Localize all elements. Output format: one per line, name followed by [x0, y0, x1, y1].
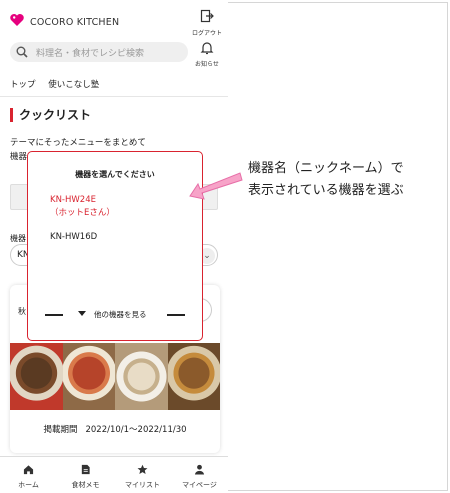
- nav-item-top[interactable]: トップ: [10, 80, 36, 90]
- bottom-nav-memo[interactable]: 食材メモ: [57, 457, 114, 493]
- recipe-image: [167, 343, 220, 410]
- nav-item-tips[interactable]: 使いこなし塾: [48, 80, 99, 90]
- search-input[interactable]: 料理名・食材でレシピ検索: [10, 42, 188, 62]
- bell-icon: [200, 42, 214, 55]
- show-more-label: 他の機器を見る: [94, 310, 147, 319]
- publish-period: 掲載期間 2022/10/1～2022/11/30: [10, 423, 220, 435]
- logout-icon: [200, 9, 214, 23]
- triangle-down-icon: [78, 311, 86, 316]
- logout-label: ログアウト: [192, 30, 223, 37]
- bottom-nav: ホーム 食材メモ マイリスト マイページ: [0, 456, 228, 493]
- divider: [0, 96, 228, 97]
- search-placeholder: 料理名・食材でレシピ検索: [36, 49, 145, 59]
- bottom-nav-mylist[interactable]: マイリスト: [114, 457, 171, 493]
- header: COCORO KITCHEN ログアウト: [0, 0, 228, 38]
- logout-button[interactable]: ログアウト: [192, 8, 222, 37]
- device-select-modal: 機器を選んでください KN-HW24E （ホットEさん） KN-HW16D 他の…: [27, 151, 203, 341]
- notification-label: お知らせ: [195, 61, 219, 68]
- divider-line: [45, 314, 63, 316]
- device-option[interactable]: KN-HW16D: [50, 232, 97, 242]
- period-value: 2022/10/1～2022/11/30: [85, 425, 187, 435]
- recipe-image: [115, 343, 168, 410]
- device-option-model: KN-HW16D: [50, 232, 98, 242]
- bottom-nav-home[interactable]: ホーム: [0, 457, 57, 493]
- recipe-thumbnails: [10, 343, 220, 410]
- card-title: 秋: [18, 307, 26, 316]
- person-icon: [194, 464, 205, 475]
- annotation-callout: 機器名（ニックネーム）で 表示されている機器を選ぶ: [248, 158, 443, 202]
- annotation-line-1: 機器名（ニックネーム）で: [248, 161, 404, 176]
- device-option-nickname: （ホットEさん）: [50, 208, 115, 218]
- description-line-1: テーマにそったメニューをまとめて: [10, 138, 146, 148]
- page-title: クックリスト: [10, 108, 91, 122]
- phone-screen: COCORO KITCHEN ログアウト 料理名・食材でレシピ検索 お知らせ ト…: [0, 0, 228, 493]
- memo-icon: [81, 464, 90, 475]
- pointer-arrow-icon: [189, 172, 243, 200]
- bottom-nav-label: ホーム: [18, 481, 39, 489]
- divider-line: [167, 314, 185, 316]
- brand-name: COCORO KITCHEN: [30, 17, 120, 28]
- star-icon: [137, 464, 148, 474]
- search-icon: [16, 46, 28, 58]
- show-more-devices-button[interactable]: 他の機器を見る: [28, 307, 202, 321]
- annotation-line-2: 表示されている機器を選ぶ: [248, 183, 404, 198]
- bottom-nav-label: マイページ: [182, 481, 217, 489]
- notification-button[interactable]: お知らせ: [192, 40, 222, 68]
- modal-title: 機器を選んでください: [75, 170, 155, 179]
- bottom-nav-mypage[interactable]: マイページ: [171, 457, 228, 493]
- home-icon: [23, 465, 34, 475]
- top-nav: トップ 使いこなし塾: [10, 78, 109, 90]
- recipe-image: [62, 343, 115, 410]
- bottom-nav-label: マイリスト: [125, 481, 160, 489]
- logo-heart-icon: [10, 14, 24, 26]
- device-option-selected[interactable]: KN-HW24E （ホットEさん）: [50, 194, 115, 220]
- device-option-model: KN-HW24E: [50, 195, 96, 205]
- device-select-label: 機器: [10, 234, 26, 243]
- recipe-image: [10, 343, 63, 410]
- period-label: 掲載期間: [43, 425, 78, 435]
- bottom-nav-label: 食材メモ: [71, 481, 100, 489]
